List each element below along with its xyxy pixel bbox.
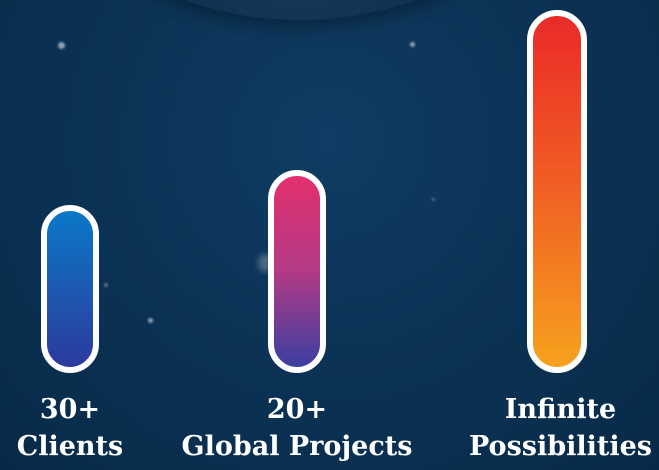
clients-label: Clients (16, 431, 124, 462)
global-projects-label: Global Projects (181, 431, 413, 462)
global-projects-bar (268, 170, 326, 373)
clients-value: 30+ (39, 394, 101, 425)
possibilities-value: Infinite (504, 394, 617, 425)
star-decoration (104, 283, 108, 287)
possibilities-label: Possibilities (468, 431, 652, 462)
global-projects-value: 20+ (266, 394, 328, 425)
star-decoration (148, 318, 153, 323)
clients-bar (41, 205, 99, 373)
star-decoration (410, 42, 415, 47)
possibilities-bar (527, 10, 587, 373)
star-decoration (432, 198, 435, 201)
planet-decoration (20, 0, 580, 20)
star-decoration (58, 42, 65, 49)
